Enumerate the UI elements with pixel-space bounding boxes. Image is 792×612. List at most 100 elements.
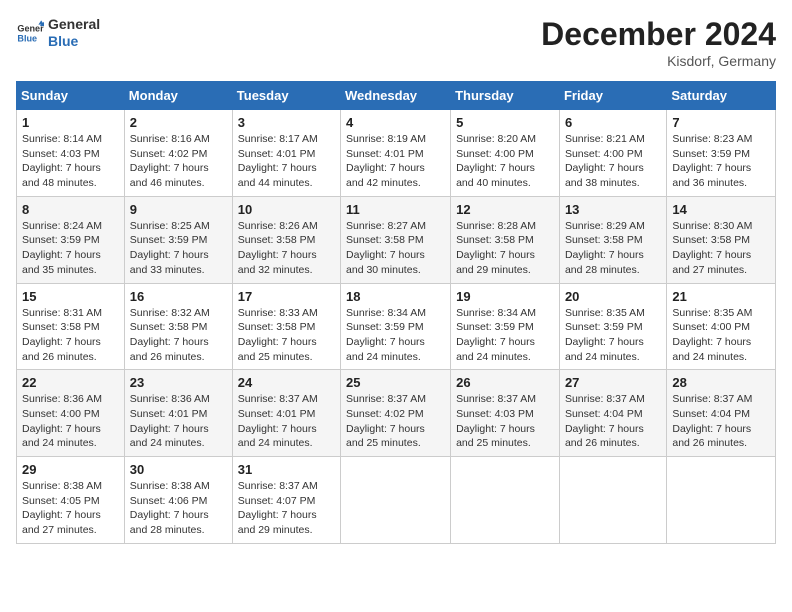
day-number: 2 (130, 115, 227, 130)
calendar-cell: 1 Sunrise: 8:14 AMSunset: 4:03 PMDayligh… (17, 110, 125, 197)
day-info: Sunrise: 8:27 AMSunset: 3:58 PMDaylight:… (346, 219, 445, 278)
calendar-cell: 17 Sunrise: 8:33 AMSunset: 3:58 PMDaylig… (232, 283, 340, 370)
day-info: Sunrise: 8:16 AMSunset: 4:02 PMDaylight:… (130, 132, 227, 191)
day-info: Sunrise: 8:33 AMSunset: 3:58 PMDaylight:… (238, 306, 335, 365)
day-number: 14 (672, 202, 770, 217)
header-thursday: Thursday (451, 82, 560, 110)
day-info: Sunrise: 8:37 AMSunset: 4:03 PMDaylight:… (456, 392, 554, 451)
day-info: Sunrise: 8:34 AMSunset: 3:59 PMDaylight:… (456, 306, 554, 365)
calendar-cell (559, 457, 666, 544)
header-saturday: Saturday (667, 82, 776, 110)
day-info: Sunrise: 8:32 AMSunset: 3:58 PMDaylight:… (130, 306, 227, 365)
calendar-cell: 12 Sunrise: 8:28 AMSunset: 3:58 PMDaylig… (451, 196, 560, 283)
day-info: Sunrise: 8:17 AMSunset: 4:01 PMDaylight:… (238, 132, 335, 191)
calendar-cell: 24 Sunrise: 8:37 AMSunset: 4:01 PMDaylig… (232, 370, 340, 457)
calendar-cell: 14 Sunrise: 8:30 AMSunset: 3:58 PMDaylig… (667, 196, 776, 283)
day-info: Sunrise: 8:31 AMSunset: 3:58 PMDaylight:… (22, 306, 119, 365)
calendar-cell: 3 Sunrise: 8:17 AMSunset: 4:01 PMDayligh… (232, 110, 340, 197)
logo-general: General (48, 16, 100, 32)
day-number: 11 (346, 202, 445, 217)
day-number: 25 (346, 375, 445, 390)
day-number: 12 (456, 202, 554, 217)
day-info: Sunrise: 8:38 AMSunset: 4:05 PMDaylight:… (22, 479, 119, 538)
day-info: Sunrise: 8:24 AMSunset: 3:59 PMDaylight:… (22, 219, 119, 278)
calendar-cell (341, 457, 451, 544)
day-number: 1 (22, 115, 119, 130)
calendar-cell: 21 Sunrise: 8:35 AMSunset: 4:00 PMDaylig… (667, 283, 776, 370)
day-info: Sunrise: 8:26 AMSunset: 3:58 PMDaylight:… (238, 219, 335, 278)
logo-blue: Blue (48, 33, 78, 49)
day-info: Sunrise: 8:36 AMSunset: 4:01 PMDaylight:… (130, 392, 227, 451)
day-number: 18 (346, 289, 445, 304)
calendar-week-row: 1 Sunrise: 8:14 AMSunset: 4:03 PMDayligh… (17, 110, 776, 197)
day-number: 8 (22, 202, 119, 217)
day-number: 13 (565, 202, 661, 217)
calendar-cell: 20 Sunrise: 8:35 AMSunset: 3:59 PMDaylig… (559, 283, 666, 370)
day-info: Sunrise: 8:38 AMSunset: 4:06 PMDaylight:… (130, 479, 227, 538)
calendar-cell: 22 Sunrise: 8:36 AMSunset: 4:00 PMDaylig… (17, 370, 125, 457)
day-number: 15 (22, 289, 119, 304)
calendar-cell: 2 Sunrise: 8:16 AMSunset: 4:02 PMDayligh… (124, 110, 232, 197)
svg-text:Blue: Blue (17, 33, 37, 43)
calendar-cell: 29 Sunrise: 8:38 AMSunset: 4:05 PMDaylig… (17, 457, 125, 544)
calendar-cell: 7 Sunrise: 8:23 AMSunset: 3:59 PMDayligh… (667, 110, 776, 197)
day-info: Sunrise: 8:35 AMSunset: 4:00 PMDaylight:… (672, 306, 770, 365)
day-info: Sunrise: 8:25 AMSunset: 3:59 PMDaylight:… (130, 219, 227, 278)
calendar-cell (667, 457, 776, 544)
day-number: 10 (238, 202, 335, 217)
calendar-week-row: 29 Sunrise: 8:38 AMSunset: 4:05 PMDaylig… (17, 457, 776, 544)
day-number: 16 (130, 289, 227, 304)
day-info: Sunrise: 8:19 AMSunset: 4:01 PMDaylight:… (346, 132, 445, 191)
day-number: 9 (130, 202, 227, 217)
calendar-cell: 25 Sunrise: 8:37 AMSunset: 4:02 PMDaylig… (341, 370, 451, 457)
calendar-cell: 9 Sunrise: 8:25 AMSunset: 3:59 PMDayligh… (124, 196, 232, 283)
day-number: 22 (22, 375, 119, 390)
day-info: Sunrise: 8:29 AMSunset: 3:58 PMDaylight:… (565, 219, 661, 278)
day-info: Sunrise: 8:30 AMSunset: 3:58 PMDaylight:… (672, 219, 770, 278)
calendar-cell: 31 Sunrise: 8:37 AMSunset: 4:07 PMDaylig… (232, 457, 340, 544)
day-number: 23 (130, 375, 227, 390)
logo: General Blue General Blue (16, 16, 100, 50)
day-info: Sunrise: 8:28 AMSunset: 3:58 PMDaylight:… (456, 219, 554, 278)
day-number: 31 (238, 462, 335, 477)
day-number: 3 (238, 115, 335, 130)
day-info: Sunrise: 8:23 AMSunset: 3:59 PMDaylight:… (672, 132, 770, 191)
calendar-cell: 23 Sunrise: 8:36 AMSunset: 4:01 PMDaylig… (124, 370, 232, 457)
calendar-cell: 10 Sunrise: 8:26 AMSunset: 3:58 PMDaylig… (232, 196, 340, 283)
calendar-week-row: 15 Sunrise: 8:31 AMSunset: 3:58 PMDaylig… (17, 283, 776, 370)
day-number: 19 (456, 289, 554, 304)
calendar-cell: 19 Sunrise: 8:34 AMSunset: 3:59 PMDaylig… (451, 283, 560, 370)
location: Kisdorf, Germany (541, 53, 776, 69)
day-number: 24 (238, 375, 335, 390)
day-number: 21 (672, 289, 770, 304)
calendar-cell: 30 Sunrise: 8:38 AMSunset: 4:06 PMDaylig… (124, 457, 232, 544)
calendar-header-row: SundayMondayTuesdayWednesdayThursdayFrid… (17, 82, 776, 110)
day-number: 6 (565, 115, 661, 130)
day-number: 26 (456, 375, 554, 390)
calendar-week-row: 8 Sunrise: 8:24 AMSunset: 3:59 PMDayligh… (17, 196, 776, 283)
day-info: Sunrise: 8:20 AMSunset: 4:00 PMDaylight:… (456, 132, 554, 191)
day-number: 7 (672, 115, 770, 130)
day-info: Sunrise: 8:37 AMSunset: 4:02 PMDaylight:… (346, 392, 445, 451)
calendar-cell: 18 Sunrise: 8:34 AMSunset: 3:59 PMDaylig… (341, 283, 451, 370)
month-title: December 2024 (541, 16, 776, 53)
calendar-cell: 6 Sunrise: 8:21 AMSunset: 4:00 PMDayligh… (559, 110, 666, 197)
day-info: Sunrise: 8:34 AMSunset: 3:59 PMDaylight:… (346, 306, 445, 365)
day-number: 20 (565, 289, 661, 304)
day-info: Sunrise: 8:37 AMSunset: 4:04 PMDaylight:… (672, 392, 770, 451)
day-info: Sunrise: 8:21 AMSunset: 4:00 PMDaylight:… (565, 132, 661, 191)
day-info: Sunrise: 8:37 AMSunset: 4:07 PMDaylight:… (238, 479, 335, 538)
title-area: December 2024 Kisdorf, Germany (541, 16, 776, 69)
calendar-week-row: 22 Sunrise: 8:36 AMSunset: 4:00 PMDaylig… (17, 370, 776, 457)
day-number: 5 (456, 115, 554, 130)
day-info: Sunrise: 8:37 AMSunset: 4:01 PMDaylight:… (238, 392, 335, 451)
header-monday: Monday (124, 82, 232, 110)
day-number: 17 (238, 289, 335, 304)
day-number: 27 (565, 375, 661, 390)
calendar-cell: 15 Sunrise: 8:31 AMSunset: 3:58 PMDaylig… (17, 283, 125, 370)
header-tuesday: Tuesday (232, 82, 340, 110)
calendar-cell: 27 Sunrise: 8:37 AMSunset: 4:04 PMDaylig… (559, 370, 666, 457)
calendar-cell (451, 457, 560, 544)
logo-icon: General Blue (16, 19, 44, 47)
day-info: Sunrise: 8:35 AMSunset: 3:59 PMDaylight:… (565, 306, 661, 365)
